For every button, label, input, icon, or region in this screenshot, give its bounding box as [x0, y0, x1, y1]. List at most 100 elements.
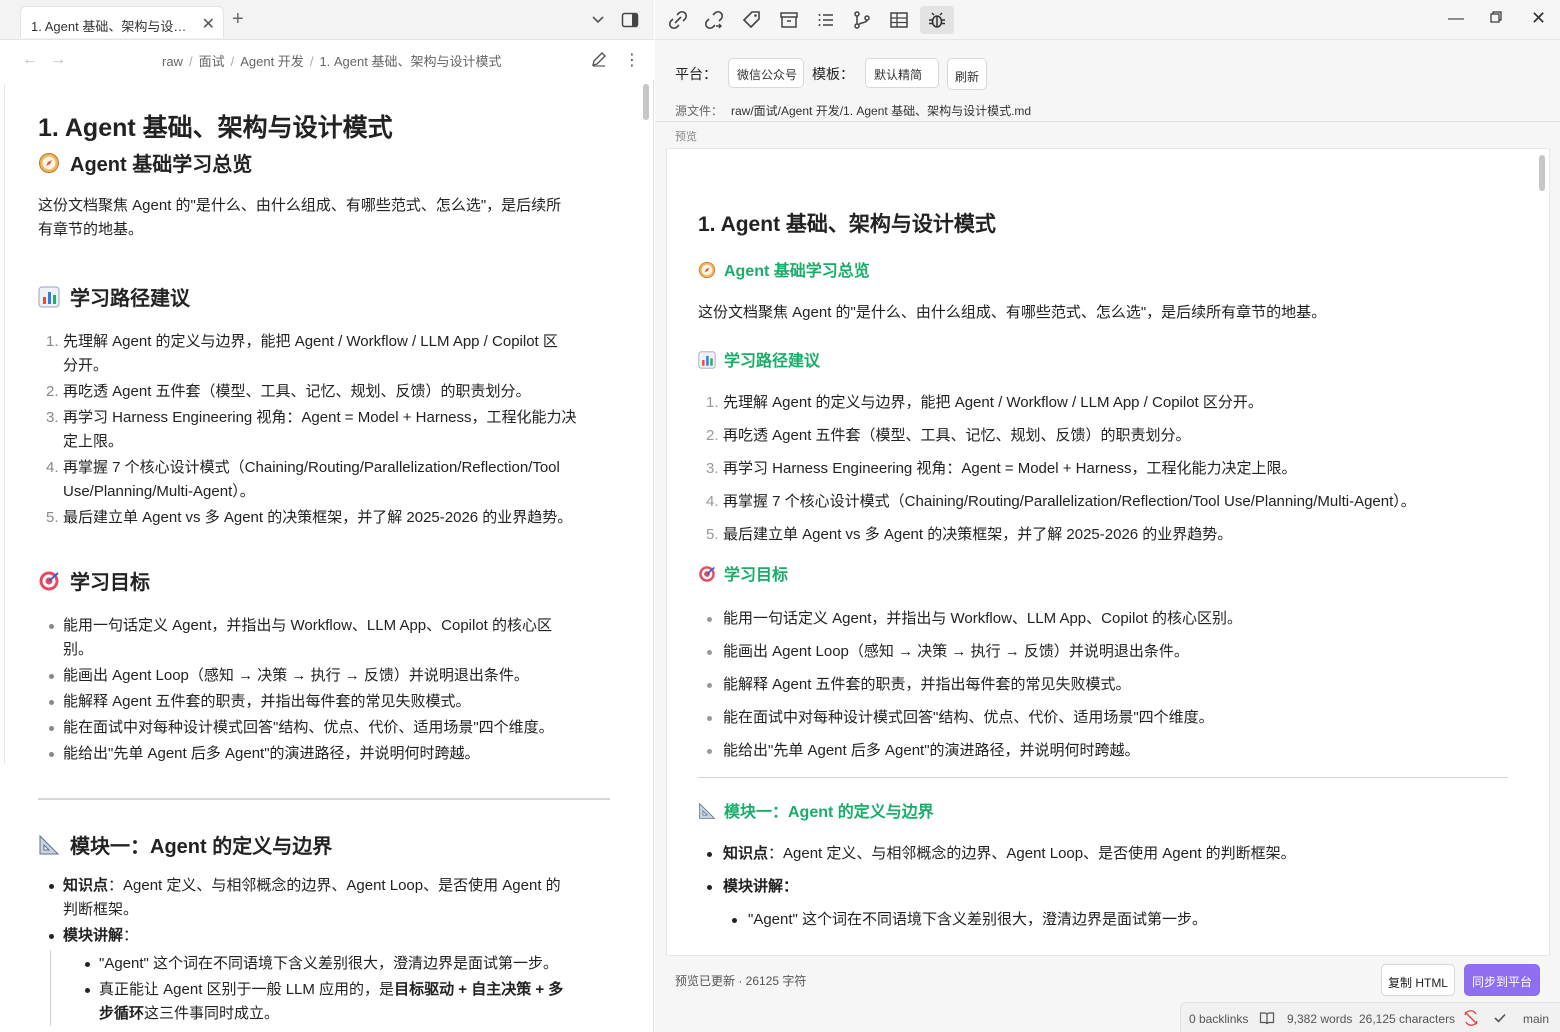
close-window-icon[interactable]: ✕: [1531, 8, 1546, 29]
list-item: 能解释 Agent 五件套的职责，并指出每件套的常见失败模式。: [698, 673, 1508, 697]
edit-pencil-icon[interactable]: [590, 50, 608, 68]
platform-label: 平台：: [675, 66, 717, 82]
pane-edge: [4, 84, 5, 764]
divider: [698, 777, 1508, 778]
editor-pane: 1. Agent 基础、架构与设… ✕ + ← → raw / 面试 / Agent 开…: [0, 0, 654, 1032]
preview-panel[interactable]: 1. Agent 基础、架构与设计模式 Agent 基础学习总览 这份文档聚焦 …: [666, 148, 1550, 956]
list-item: 能画出 Agent Loop（感知 → 决策 → 执行 → 反馈）并说明退出条件…: [698, 640, 1508, 664]
triangle-ruler-icon: [39, 834, 60, 855]
preview-status-row: 预览已更新 · 26125 字符 复制 HTML 同步到平台: [655, 956, 1560, 1004]
tab-document[interactable]: 1. Agent 基础、架构与设… ✕: [20, 6, 224, 38]
preview-overview-text: 这份文档聚焦 Agent 的"是什么、由什么组成、有哪些范式、怎么选"，是后续所…: [698, 304, 1327, 321]
list-item: 能在面试中对每种设计模式回答"结构、优点、代价、适用场景"四个维度。: [38, 716, 610, 740]
sync-off-icon[interactable]: [1463, 1010, 1479, 1026]
list-item: 1. 先理解 Agent 的定义与边界，能把 Agent / Workflow /…: [706, 394, 1263, 411]
preview-overview-heading: Agent 基础学习总览: [698, 259, 1508, 285]
link-share-icon[interactable]: [703, 9, 725, 31]
archive-icon[interactable]: [778, 9, 800, 31]
close-tab-icon[interactable]: ✕: [202, 14, 215, 34]
tag-icon[interactable]: [741, 9, 763, 31]
app-status-bar: 0 backlinks 9,382 words 26,125 character…: [1180, 1002, 1560, 1032]
list-item: 2. 再吃透 Agent 五件套（模型、工具、记忆、规划、反馈）的职责划分。: [706, 427, 1191, 444]
doc-title: 1. Agent 基础、架构与设计模式: [38, 114, 393, 142]
back-arrow-icon[interactable]: ←: [22, 51, 38, 69]
publish-controls: 平台： 微信公众号 模板： 默认精简 刷新: [655, 40, 1560, 96]
editor-content[interactable]: 1. Agent 基础、架构与设计模式 Agent 基础学习总览 这份文档聚焦 …: [38, 108, 610, 1028]
goals-list: 能用一句话定义 Agent，并指出与 Workflow、LLM App、Copi…: [38, 614, 610, 766]
scrollbar-thumb[interactable]: [1539, 155, 1545, 191]
goals-heading: 学习目标: [38, 568, 610, 598]
sidebar-toggle-icon[interactable]: [621, 11, 639, 29]
git-branch-name[interactable]: main: [1523, 1012, 1549, 1026]
scrollbar-thumb[interactable]: [643, 84, 649, 120]
source-path: raw/面试/Agent 开发/1. Agent 基础、架构与设计模式.md: [731, 104, 1032, 118]
learning-path-heading: 学习路径建议: [38, 284, 610, 314]
table-icon[interactable]: [888, 9, 910, 31]
list-item: 2. 再吃透 Agent 五件套（模型、工具、记忆、规划、反馈）的职责划分。: [46, 383, 531, 400]
divider: [38, 798, 610, 800]
list-item: 模块讲解：: [38, 924, 610, 948]
word-count: 9,382 words: [1287, 1012, 1353, 1026]
module1-heading: 模块一：Agent 的定义与边界: [38, 832, 610, 862]
link-edit-icon[interactable]: [667, 9, 689, 31]
bug-icon[interactable]: [926, 9, 948, 31]
list-item: 能给出"先单 Agent 后多 Agent"的演进路径，并说明何时跨越。: [698, 739, 1508, 763]
learning-path-list: 1. 先理解 Agent 的定义与边界，能把 Agent / Workflow /…: [38, 330, 610, 530]
copy-html-button[interactable]: 复制 HTML: [1381, 964, 1455, 996]
list-item: 能用一句话定义 Agent，并指出与 Workflow、LLM App、Copi…: [38, 614, 610, 662]
book-icon[interactable]: [1259, 1010, 1275, 1026]
list-item: 4. 再掌握 7 个核心设计模式（Chaining/Routing/Paralle…: [706, 493, 1416, 510]
tab-bar: 1. Agent 基础、架构与设… ✕ +: [0, 0, 654, 40]
new-tab-icon[interactable]: +: [232, 9, 244, 29]
backlinks-count[interactable]: 0 backlinks: [1189, 1012, 1248, 1026]
list-item: 3. 再学习 Harness Engineering 视角：Agent = Mod…: [706, 460, 1297, 477]
preview-label: 预览: [675, 131, 697, 143]
list-item: 1. 先理解 Agent 的定义与边界，能把 Agent / Workflow /…: [46, 333, 558, 374]
triangle-ruler-icon: [699, 802, 716, 819]
forward-arrow-icon[interactable]: →: [50, 51, 66, 69]
chevron-down-icon[interactable]: [590, 11, 606, 27]
target-icon: [39, 571, 59, 591]
preview-module1-heading: 模块一：Agent 的定义与边界: [698, 800, 1508, 826]
minimize-icon[interactable]: —: [1448, 10, 1464, 28]
template-select[interactable]: 默认精简: [865, 58, 939, 88]
list-item: 能用一句话定义 Agent，并指出与 Workflow、LLM App、Copi…: [698, 607, 1508, 631]
breadcrumb-item[interactable]: 面试: [199, 54, 225, 69]
list-item: 真正能让 Agent 区别于一般 LLM 应用的，是目标驱动 + 自主决策 + …: [74, 978, 610, 1026]
check-icon[interactable]: [1492, 1010, 1508, 1026]
refresh-button[interactable]: 刷新: [947, 58, 987, 90]
list-item: 4. 再掌握 7 个核心设计模式（Chaining/Routing/Paralle…: [46, 459, 560, 500]
list-item: "Agent" 这个词在不同语境下含义差别很大，澄清边界是面试第一步。: [74, 952, 610, 976]
breadcrumb-item[interactable]: raw: [162, 54, 183, 69]
more-options-icon[interactable]: ⋮: [624, 50, 640, 70]
source-file-row: 源文件： raw/面试/Agent 开发/1. Agent 基础、架构与设计模式…: [655, 96, 1560, 122]
compass-icon: [698, 261, 716, 279]
list-item: 能画出 Agent Loop（感知 → 决策 → 执行 → 反馈）并说明退出条件…: [38, 664, 610, 688]
tab-title: 1. Agent 基础、架构与设…: [31, 19, 187, 34]
restore-window-icon[interactable]: [1489, 10, 1503, 24]
git-branch-icon[interactable]: [851, 9, 873, 31]
preview-content: 1. Agent 基础、架构与设计模式 Agent 基础学习总览 这份文档聚焦 …: [698, 209, 1508, 941]
breadcrumb-current[interactable]: 1. Agent 基础、架构与设计模式: [319, 54, 501, 69]
list-item: 能在面试中对每种设计模式回答"结构、优点、代价、适用场景"四个维度。: [698, 706, 1508, 730]
list-item: 3. 再学习 Harness Engineering 视角：Agent = Mod…: [46, 409, 577, 450]
list-item: 5. 最后建立单 Agent vs 多 Agent 的决策框架，并了解 2025-…: [706, 526, 1233, 543]
list-item: 5. 最后建立单 Agent vs 多 Agent 的决策框架，并了解 2025-…: [46, 509, 573, 526]
module1-sublist: "Agent" 这个词在不同语境下含义差别很大，澄清边界是面试第一步。 真正能让…: [50, 950, 610, 1026]
preview-status: 预览已更新 · 26125 字符: [675, 974, 807, 988]
list-item: 模块讲解：: [698, 875, 1508, 899]
preview-path-heading: 学习路径建议: [698, 349, 1508, 375]
character-count: 26,125 characters: [1359, 1012, 1456, 1026]
platform-select[interactable]: 微信公众号: [728, 58, 804, 88]
sync-to-platform-button[interactable]: 同步到平台: [1464, 964, 1540, 996]
list-item: 知识点：Agent 定义、与相邻概念的边界、Agent Loop、是否使用 Ag…: [698, 842, 1508, 866]
breadcrumb-item[interactable]: Agent 开发: [240, 54, 304, 69]
preview-title: 1. Agent 基础、架构与设计模式: [698, 213, 996, 236]
preview-goals-list: 能用一句话定义 Agent，并指出与 Workflow、LLM App、Copi…: [698, 607, 1508, 763]
navigation-bar: ← → raw / 面试 / Agent 开发/1. Agent 基础、架构与设计模式 …: [0, 40, 654, 80]
publish-pane: — ✕ 平台： 微信公众号 模板： 默认精简 刷新 源文件： raw/面试/Ag…: [655, 0, 1560, 1032]
overview-heading: Agent 基础学习总览: [38, 150, 610, 180]
toolbar: — ✕: [655, 0, 1560, 40]
target-icon: [699, 566, 715, 582]
list-icon[interactable]: [815, 9, 837, 31]
